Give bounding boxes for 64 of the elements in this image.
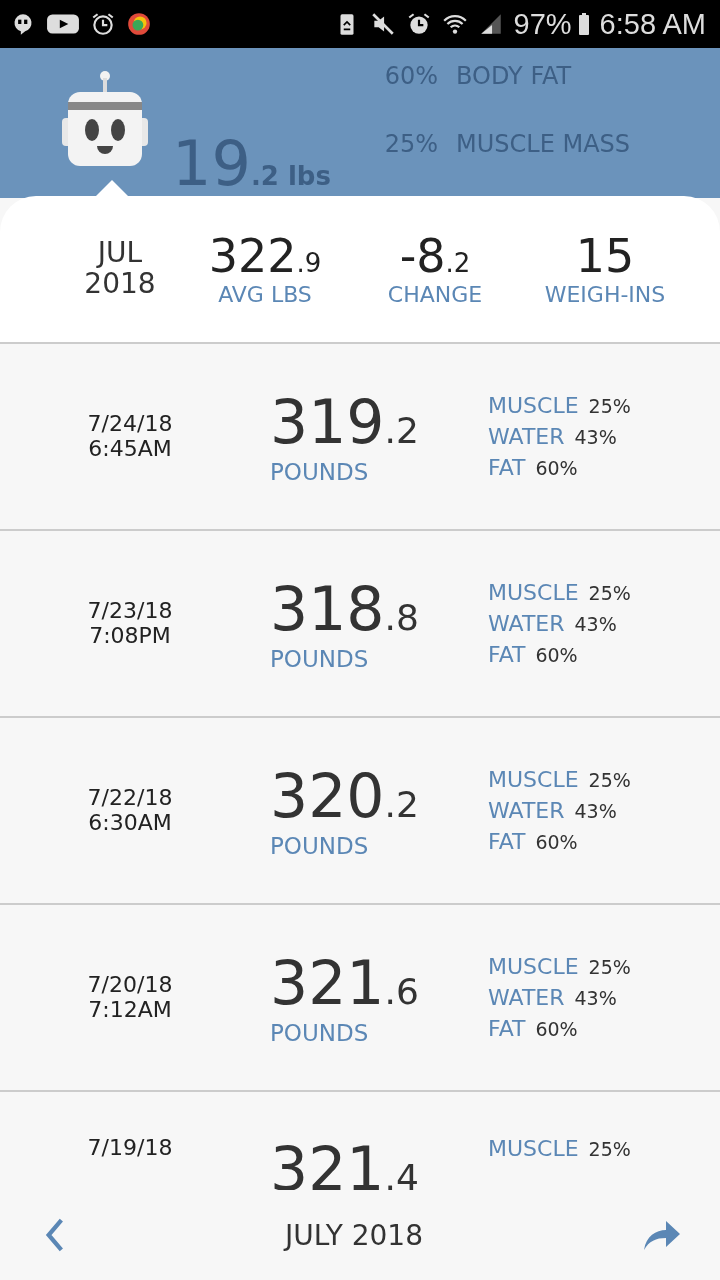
metric-label: WATER — [488, 798, 565, 823]
month-label: JUL — [97, 238, 143, 269]
metric-label: FAT — [488, 642, 526, 667]
metric-value: 25% — [588, 956, 631, 978]
metric-value: 25% — [588, 582, 631, 604]
summary-value: -8.2 — [399, 231, 471, 282]
entry-time: 6:45AM — [88, 436, 172, 461]
summary-value: 15 — [575, 231, 635, 282]
weight-value: 320.2 — [270, 762, 420, 829]
summary-label: AVG LBS — [218, 281, 312, 307]
entry-date: 7/24/18 — [87, 412, 173, 437]
entry-date: 7/23/18 — [87, 599, 173, 624]
metric-label: MUSCLE — [488, 393, 579, 418]
clock: 6:58 AM — [599, 7, 706, 41]
metric-value: 43% — [574, 613, 617, 635]
metric-label: MUSCLE — [488, 954, 579, 979]
weigh-in-row[interactable]: 7/22/18 6:30AM 320.2 POUNDS MUSCLE 25% WATER 43% FAT 60% — [0, 718, 720, 905]
unit-label: POUNDS — [270, 1019, 370, 1046]
metric-label: MUSCLE — [488, 580, 579, 605]
metric-value: 25% — [588, 769, 631, 791]
metric-value: 43% — [574, 800, 617, 822]
summary-label: CHANGE — [387, 281, 483, 307]
metric-label: WATER — [488, 424, 565, 449]
metric-value: 25% — [588, 395, 631, 417]
weigh-in-row[interactable]: 7/20/18 7:12AM 321.6 POUNDS MUSCLE 25% WATER 43% FAT 60% — [0, 905, 720, 1092]
entry-time: 7:08PM — [89, 623, 171, 648]
entry-time: 6:30AM — [88, 810, 172, 835]
metric-value: 60% — [535, 457, 578, 479]
unit-label: POUNDS — [270, 645, 370, 672]
metric-label: MUSCLE — [488, 1136, 579, 1161]
metric-label: MUSCLE — [488, 767, 579, 792]
battery-percent: 97% — [513, 7, 572, 41]
battery-icon — [577, 12, 590, 36]
play-icon — [46, 11, 80, 37]
share-arrow-icon[interactable] — [642, 1218, 682, 1252]
weight-value: 321.6 — [270, 949, 420, 1016]
month-title: JULY 2018 — [285, 1218, 423, 1252]
entry-time: 7:12AM — [88, 997, 172, 1022]
metric-label: WATER — [488, 611, 565, 636]
metric-value: 43% — [574, 987, 617, 1009]
weigh-in-row[interactable]: 7/23/18 7:08PM 318.8 POUNDS MUSCLE 25% WATER 43% FAT 60% — [0, 531, 720, 718]
weight-value: 318.8 — [270, 575, 420, 642]
unit-label: POUNDS — [270, 458, 370, 485]
entry-date: 7/19/18 — [87, 1136, 173, 1161]
metric-value: 25% — [588, 1138, 631, 1160]
metric-label: WATER — [488, 985, 565, 1010]
entry-date: 7/22/18 — [87, 786, 173, 811]
metric-value: 60% — [535, 644, 578, 666]
weight-value: 319.2 — [270, 388, 420, 455]
metric-label: FAT — [488, 455, 526, 480]
year-label: 2018 — [84, 269, 156, 300]
metric-value: 60% — [535, 1018, 578, 1040]
metric-label: FAT — [488, 1016, 526, 1041]
back-chevron-icon[interactable] — [44, 1217, 66, 1253]
metric-value: 60% — [535, 831, 578, 853]
summary-value: 322.9 — [208, 231, 322, 282]
alarm-icon — [90, 11, 116, 37]
metric-value: 43% — [574, 426, 617, 448]
metric-label: FAT — [488, 829, 526, 854]
weigh-in-row[interactable]: 7/24/18 6:45AM 319.2 POUNDS MUSCLE 25% WATER 43% FAT 60% — [0, 344, 720, 531]
summary-label: WEIGH-INS — [544, 281, 666, 307]
weight-value: 321.4 — [270, 1136, 420, 1190]
unit-label: POUNDS — [270, 832, 370, 859]
entry-date: 7/20/18 — [87, 973, 173, 998]
